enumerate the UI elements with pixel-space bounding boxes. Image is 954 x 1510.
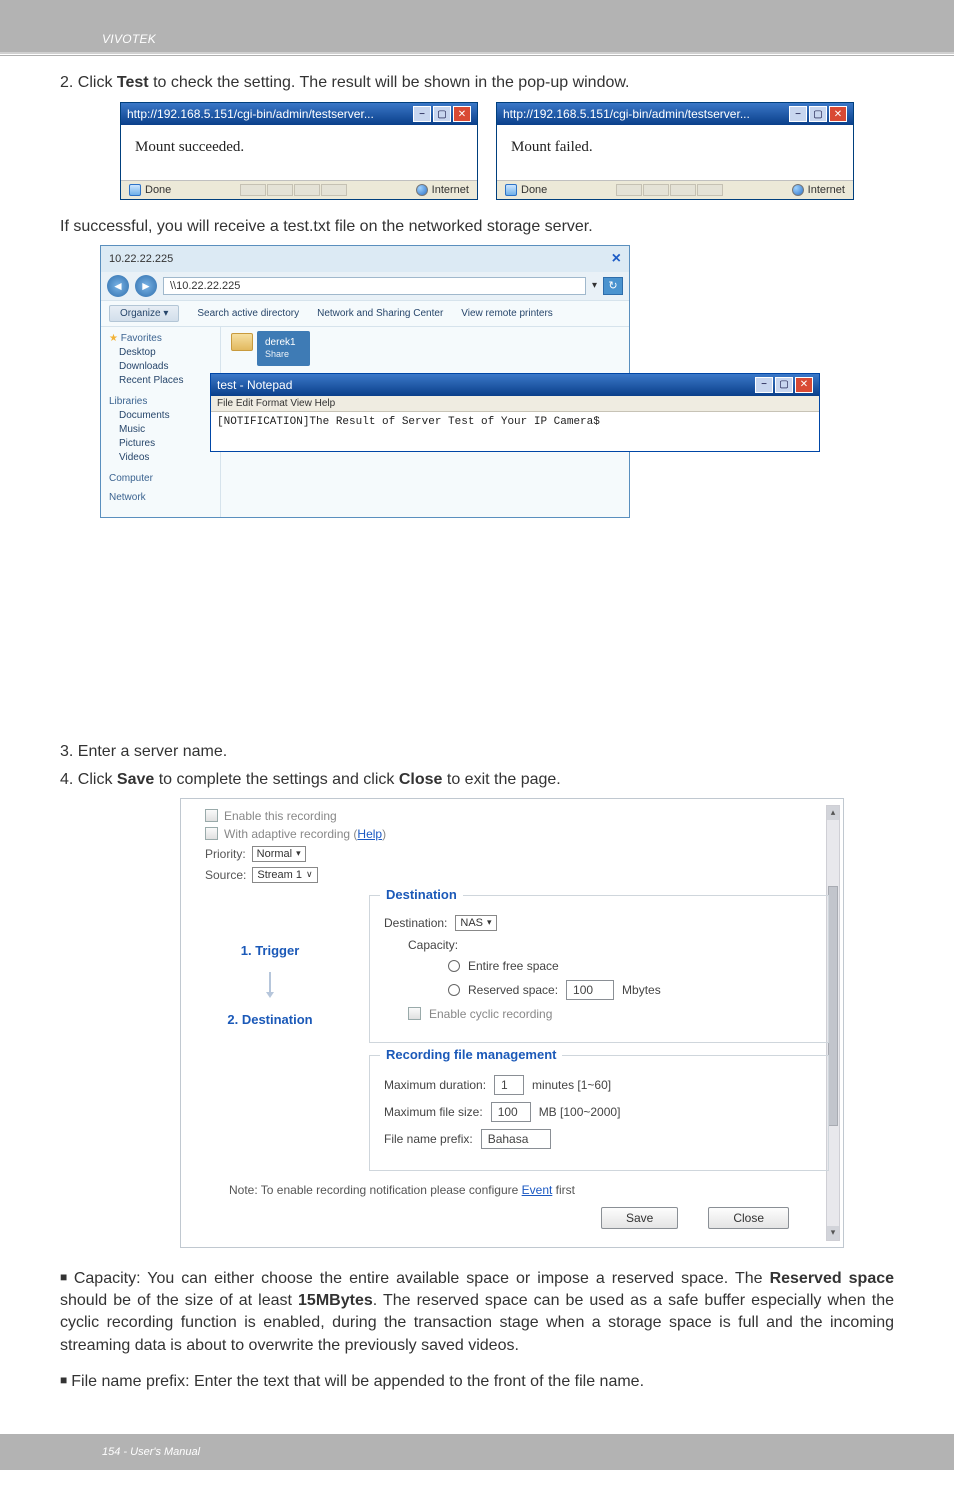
maximize-icon[interactable]: ▢ <box>809 106 827 122</box>
reserved-input[interactable]: 100 <box>566 980 614 1000</box>
address-bar[interactable]: \\10.22.22.225 <box>163 277 586 295</box>
popup-statusbar: Done Internet <box>497 180 853 199</box>
group-title: Destination <box>380 887 463 902</box>
close-icon[interactable]: ✕ <box>829 106 847 122</box>
step-4: 4. Click Save to complete the settings a… <box>60 769 894 791</box>
wizard-step-2[interactable]: 2. Destination <box>195 1012 345 1027</box>
close-icon[interactable]: ✕ <box>453 106 471 122</box>
close-icon[interactable]: ✕ <box>795 377 813 393</box>
file-management-group: Recording file management Maximum durati… <box>369 1055 829 1171</box>
checkbox-cyclic[interactable] <box>408 1007 421 1020</box>
close-button[interactable]: Close <box>708 1207 789 1229</box>
organize-button[interactable]: Organize ▾ <box>109 305 179 322</box>
maximize-icon[interactable]: ▢ <box>775 377 793 393</box>
minimize-icon[interactable]: − <box>789 106 807 122</box>
priority-select[interactable]: Normal▾ <box>252 846 306 862</box>
sidebar-item[interactable]: Videos <box>109 451 212 465</box>
save-button[interactable]: Save <box>601 1207 678 1229</box>
success-text: If successful, you will receive a test.t… <box>60 216 894 238</box>
notepad-menu[interactable]: File Edit Format View Help <box>211 396 819 411</box>
checkbox-adaptive[interactable] <box>205 827 218 840</box>
popup-titlebar: http://192.168.5.151/cgi-bin/admin/tests… <box>497 103 853 125</box>
max-duration-input[interactable]: 1 <box>494 1075 524 1095</box>
go-icon[interactable]: ↻ <box>603 277 623 295</box>
step-2: 2. Click Test to check the setting. The … <box>60 72 894 94</box>
notepad-body[interactable]: [NOTIFICATION]The Result of Server Test … <box>211 411 819 451</box>
notepad-title: test - Notepad <box>217 378 292 392</box>
sidebar-item[interactable]: Desktop <box>109 346 212 360</box>
wizard-step-1[interactable]: 1. Trigger <box>195 943 345 958</box>
recording-settings-panel: ▴ ▾ Enable this recording With adaptive … <box>180 798 844 1248</box>
ie-icon <box>129 184 141 196</box>
popup-title-text: http://192.168.5.151/cgi-bin/admin/tests… <box>127 107 374 121</box>
folder-icon <box>231 333 253 351</box>
radio-entire[interactable] <box>448 960 460 972</box>
explorer-sidebar: ★ Favorites Desktop Downloads Recent Pla… <box>101 327 221 517</box>
back-icon[interactable]: ◄ <box>107 275 129 297</box>
share-tile[interactable]: derek1 Share <box>257 331 310 366</box>
popup-titlebar: http://192.168.5.151/cgi-bin/admin/tests… <box>121 103 477 125</box>
sidebar-item[interactable]: Music <box>109 423 212 437</box>
sidebar-item[interactable]: Recent Places <box>109 374 212 388</box>
group-title: Recording file management <box>380 1047 562 1062</box>
popup-fail: http://192.168.5.151/cgi-bin/admin/tests… <box>496 102 854 200</box>
bullet-filename: ■File name prefix: Enter the text that w… <box>60 1371 894 1393</box>
destination-select[interactable]: NAS▾ <box>455 915 496 931</box>
toolbar-network[interactable]: Network and Sharing Center <box>317 308 443 319</box>
radio-reserved[interactable] <box>448 984 460 996</box>
minimize-icon[interactable]: − <box>413 106 431 122</box>
popup-body-success: Mount succeeded. <box>121 125 477 180</box>
popup-title-text: http://192.168.5.151/cgi-bin/admin/tests… <box>503 107 750 121</box>
help-link[interactable]: Help <box>357 827 382 841</box>
globe-icon <box>416 184 428 196</box>
ie-icon <box>505 184 517 196</box>
scroll-up-icon[interactable]: ▴ <box>827 806 839 820</box>
brand-text: VIVOTEK <box>102 32 156 46</box>
scroll-down-icon[interactable]: ▾ <box>827 1226 839 1240</box>
forward-icon[interactable]: ► <box>135 275 157 297</box>
popup-statusbar: Done Internet <box>121 180 477 199</box>
toolbar-search[interactable]: Search active directory <box>197 308 299 319</box>
explorer-toolbar: Organize ▾ Search active directory Netwo… <box>101 300 629 327</box>
explorer-title: 10.22.22.225 <box>109 253 173 265</box>
source-select[interactable]: Stream 1∨ <box>252 867 317 883</box>
bullet-capacity: ■Capacity: You can either choose the ent… <box>60 1268 894 1358</box>
close-icon[interactable]: × <box>612 250 621 268</box>
prefix-input[interactable]: Bahasa <box>481 1129 551 1149</box>
sidebar-item[interactable]: Documents <box>109 409 212 423</box>
sidebar-item[interactable]: Pictures <box>109 437 212 451</box>
page-footer: 154 - User's Manual <box>0 1434 954 1470</box>
separator <box>0 52 954 54</box>
globe-icon <box>792 184 804 196</box>
notepad-window: test - Notepad − ▢ ✕ File Edit Format Vi… <box>210 373 820 452</box>
max-size-input[interactable]: 100 <box>491 1102 531 1122</box>
event-link[interactable]: Event <box>522 1183 553 1197</box>
page-header: VIVOTEK <box>0 0 954 52</box>
step-3: 3. Enter a server name. <box>60 741 894 763</box>
footer-text: 154 - User's Manual <box>102 1446 200 1458</box>
checkbox-enable-recording[interactable] <box>205 809 218 822</box>
popup-success: http://192.168.5.151/cgi-bin/admin/tests… <box>120 102 478 200</box>
minimize-icon[interactable]: − <box>755 377 773 393</box>
popup-body-fail: Mount failed. <box>497 125 853 180</box>
sidebar-item[interactable]: Downloads <box>109 360 212 374</box>
maximize-icon[interactable]: ▢ <box>433 106 451 122</box>
scroll-thumb[interactable] <box>828 886 838 1126</box>
toolbar-printers[interactable]: View remote printers <box>461 308 553 319</box>
destination-group: Destination Destination: NAS▾ Capacity: … <box>369 895 829 1043</box>
note-text: Note: To enable recording notification p… <box>229 1183 819 1197</box>
